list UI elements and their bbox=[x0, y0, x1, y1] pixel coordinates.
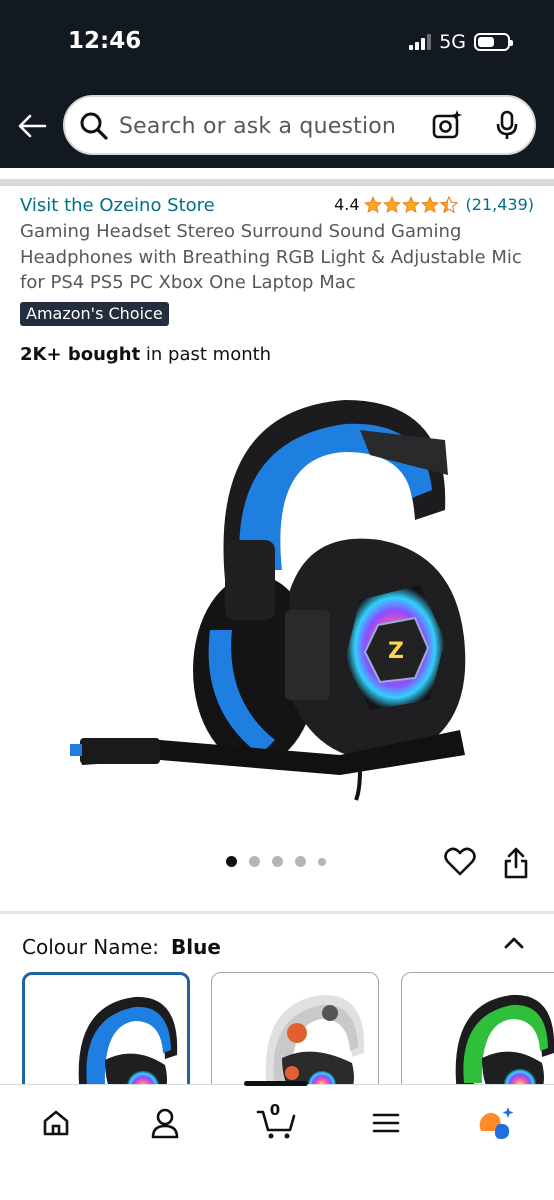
top-header: 12:46 5G Search or ask a question bbox=[0, 0, 554, 168]
purchase-count: 2K+ bought in past month bbox=[20, 344, 271, 365]
nav-account[interactable] bbox=[145, 1103, 185, 1143]
section-divider bbox=[0, 179, 554, 186]
cart-count: 0 bbox=[269, 1101, 281, 1119]
account-icon bbox=[151, 1108, 179, 1139]
back-button[interactable] bbox=[14, 108, 50, 144]
search-bar[interactable]: Search or ask a question bbox=[63, 95, 536, 155]
purchase-count-bold: 2K+ bought bbox=[20, 344, 141, 365]
status-indicators: 5G bbox=[409, 31, 513, 53]
rating-value: 4.4 bbox=[334, 195, 360, 214]
carousel-dot[interactable] bbox=[318, 857, 326, 866]
assistant-icon bbox=[479, 1107, 514, 1139]
image-carousel-dots[interactable] bbox=[226, 856, 326, 867]
nav-cart[interactable]: 0 bbox=[255, 1101, 301, 1143]
share-icon[interactable] bbox=[502, 846, 530, 880]
status-time: 12:46 bbox=[68, 28, 142, 54]
rating-summary[interactable]: 4.4 (21,439) bbox=[334, 195, 534, 214]
rating-stars bbox=[364, 196, 458, 214]
tab-indicator bbox=[244, 1081, 308, 1086]
search-icon bbox=[80, 112, 108, 140]
store-link[interactable]: Visit the Ozeino Store bbox=[20, 195, 215, 216]
variant-header: Colour Name: Blue bbox=[22, 935, 221, 959]
section-divider bbox=[0, 911, 554, 914]
purchase-count-suffix: in past month bbox=[140, 344, 272, 365]
menu-icon bbox=[372, 1113, 400, 1133]
camera-lens-icon[interactable] bbox=[431, 109, 463, 141]
arrow-left-icon bbox=[18, 114, 47, 138]
product-title: Gaming Headset Stereo Surround Sound Gam… bbox=[20, 221, 522, 293]
product-image[interactable]: Z bbox=[60, 380, 500, 810]
variant-selected-value: Blue bbox=[171, 935, 221, 959]
search-input[interactable]: Search or ask a question bbox=[119, 114, 396, 139]
heart-icon[interactable] bbox=[444, 846, 476, 878]
carousel-dot[interactable] bbox=[272, 856, 283, 867]
network-type: 5G bbox=[439, 31, 466, 53]
nav-assistant[interactable] bbox=[476, 1103, 516, 1143]
amazons-choice-badge: Amazon's Choice bbox=[20, 302, 169, 326]
chevron-up-icon[interactable] bbox=[502, 932, 526, 952]
variant-label: Colour Name: bbox=[22, 935, 159, 959]
svg-text:Z: Z bbox=[388, 639, 404, 664]
nav-menu[interactable] bbox=[366, 1103, 406, 1143]
signal-icon bbox=[409, 34, 432, 50]
microphone-icon[interactable] bbox=[493, 109, 521, 141]
nav-home[interactable] bbox=[36, 1103, 76, 1143]
carousel-dot[interactable] bbox=[295, 856, 306, 867]
carousel-dot[interactable] bbox=[249, 856, 260, 867]
carousel-dot[interactable] bbox=[226, 856, 237, 867]
battery-icon bbox=[474, 33, 513, 51]
star-rating-icon bbox=[364, 196, 458, 213]
rating-count: (21,439) bbox=[465, 195, 534, 214]
home-icon bbox=[43, 1110, 69, 1136]
bottom-navigation: 0 bbox=[0, 1081, 554, 1200]
